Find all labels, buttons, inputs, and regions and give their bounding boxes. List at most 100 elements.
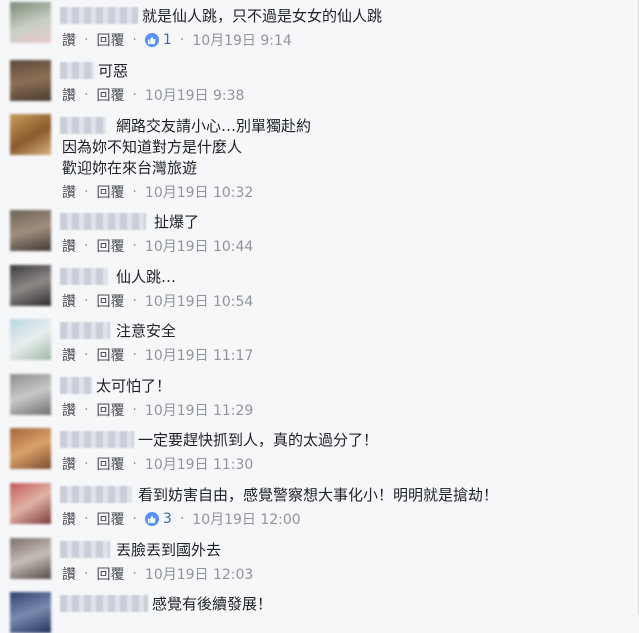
comment-timestamp[interactable]: 10月19日 11:17 (145, 345, 253, 365)
comment-text: 丟臉丟到國外去 (116, 541, 222, 559)
thumbs-up-icon (144, 512, 159, 526)
comment-actions: 讚 · 回覆 · 1 · 10月19日 9:14 (62, 30, 292, 50)
comment-actions: 讚 · 回覆 · 10月19日 12:03 (62, 564, 253, 584)
comment-text: 太可怕了！ (96, 377, 172, 395)
separator-dot: · (84, 32, 89, 48)
avatar[interactable] (10, 483, 51, 524)
reply-button[interactable]: 回覆 (96, 454, 124, 474)
comment-timestamp[interactable]: 10月19日 10:54 (145, 291, 253, 311)
separator-dot: · (84, 402, 89, 418)
like-button[interactable]: 讚 (62, 400, 76, 420)
like-count: 1 (162, 32, 172, 48)
commenter-name-blurred[interactable] (60, 62, 94, 79)
separator-dot: · (84, 511, 89, 527)
separator-dot: · (84, 456, 89, 472)
separator-dot: · (132, 184, 137, 200)
separator-dot: · (132, 566, 137, 582)
comment-text: 扯爆了 (154, 213, 200, 231)
like-button[interactable]: 讚 (62, 291, 76, 311)
avatar[interactable] (10, 319, 51, 360)
separator-dot: · (132, 347, 137, 363)
commenter-name-blurred[interactable] (60, 7, 138, 24)
comment-text: 就是仙人跳，只不過是女女的仙人跳 (142, 7, 383, 25)
reply-button[interactable]: 回覆 (96, 509, 124, 529)
commenter-name-blurred[interactable] (60, 268, 108, 285)
comment-actions: 讚 · 回覆 · 10月19日 10:44 (62, 236, 253, 256)
avatar[interactable] (10, 60, 51, 101)
avatar[interactable] (10, 265, 51, 306)
separator-dot: · (132, 456, 137, 472)
comment-timestamp[interactable]: 10月19日 12:00 (192, 509, 300, 529)
commenter-name-blurred[interactable] (60, 377, 92, 394)
comment-text: 感覺有後續發展！ (152, 595, 273, 613)
commenter-name-blurred[interactable] (60, 322, 110, 339)
reply-button[interactable]: 回覆 (96, 564, 124, 584)
separator-dot: · (84, 238, 89, 254)
comment-text: 網路交友請小心…別單獨赴約 (116, 117, 312, 135)
reply-button[interactable]: 回覆 (96, 85, 124, 105)
avatar[interactable] (10, 210, 51, 251)
comment-actions: 讚 · 回覆 · 10月19日 9:38 (62, 85, 244, 105)
separator-dot: · (132, 293, 137, 309)
avatar[interactable] (10, 428, 51, 469)
separator-dot: · (179, 32, 185, 48)
separator-dot: · (132, 238, 137, 254)
separator-dot: · (84, 293, 89, 309)
reply-button[interactable]: 回覆 (96, 291, 124, 311)
like-button[interactable]: 讚 (62, 509, 76, 529)
comment-timestamp[interactable]: 10月19日 9:14 (192, 30, 292, 50)
comment-text: 仙人跳… (116, 268, 177, 286)
like-count: 3 (162, 511, 172, 527)
separator-dot: · (132, 402, 137, 418)
commenter-name-blurred[interactable] (60, 431, 134, 448)
like-button[interactable]: 讚 (62, 564, 76, 584)
comment-text: 可惡 (98, 62, 129, 80)
comment-actions: 讚 · 回覆 · 10月19日 10:32 (62, 182, 253, 202)
comment-actions: 讚 · 回覆 · 10月19日 11:29 (62, 400, 253, 420)
comment-actions: 讚 · 回覆 · 10月19日 11:17 (62, 345, 253, 365)
avatar[interactable] (10, 114, 51, 155)
reply-button[interactable]: 回覆 (96, 236, 124, 256)
like-button[interactable]: 讚 (62, 454, 76, 474)
avatar[interactable] (10, 538, 51, 579)
like-count-badge[interactable]: 3 (144, 511, 172, 527)
commenter-name-blurred[interactable] (60, 595, 148, 612)
separator-dot: · (132, 511, 137, 527)
separator-dot: · (84, 87, 89, 103)
avatar[interactable] (10, 592, 51, 633)
comment-timestamp[interactable]: 10月19日 11:30 (145, 454, 253, 474)
separator-dot: · (84, 347, 89, 363)
comment-text-line-3: 歡迎妳在來台灣旅遊 (62, 159, 198, 177)
thumbs-up-icon (144, 33, 159, 47)
comment-timestamp[interactable]: 10月19日 11:29 (145, 400, 253, 420)
commenter-name-blurred[interactable] (60, 486, 132, 503)
separator-dot: · (132, 87, 137, 103)
separator-dot: · (132, 32, 137, 48)
like-button[interactable]: 讚 (62, 30, 76, 50)
like-button[interactable]: 讚 (62, 85, 76, 105)
comment-actions: 讚 · 回覆 · 10月19日 10:54 (62, 291, 253, 311)
comment-text: 一定要趕快抓到人，真的太過分了！ (138, 431, 379, 449)
like-button[interactable]: 讚 (62, 182, 76, 202)
commenter-name-blurred[interactable] (60, 117, 106, 134)
commenter-name-blurred[interactable] (60, 541, 110, 558)
reply-button[interactable]: 回覆 (96, 182, 124, 202)
reply-button[interactable]: 回覆 (96, 30, 124, 50)
avatar[interactable] (10, 374, 51, 415)
comment-actions: 讚 · 回覆 · 10月19日 11:30 (62, 454, 253, 474)
comment-text-line-2: 因為妳不知道對方是什麼人 (62, 138, 243, 156)
comment-timestamp[interactable]: 10月19日 12:03 (145, 564, 253, 584)
comment-timestamp[interactable]: 10月19日 10:32 (145, 182, 253, 202)
like-button[interactable]: 讚 (62, 345, 76, 365)
like-count-badge[interactable]: 1 (144, 32, 172, 48)
comment-text: 看到妨害自由，感覺警察想大事化小！明明就是搶劫！ (138, 486, 499, 504)
comment-timestamp[interactable]: 10月19日 10:44 (145, 236, 253, 256)
like-button[interactable]: 讚 (62, 236, 76, 256)
avatar[interactable] (10, 2, 51, 43)
reply-button[interactable]: 回覆 (96, 345, 124, 365)
comment-actions: 讚 · 回覆 · 3 · 10月19日 12:00 (62, 509, 301, 529)
reply-button[interactable]: 回覆 (96, 400, 124, 420)
comment-timestamp[interactable]: 10月19日 9:38 (145, 85, 245, 105)
commenter-name-blurred[interactable] (60, 213, 146, 230)
separator-dot: · (84, 566, 89, 582)
